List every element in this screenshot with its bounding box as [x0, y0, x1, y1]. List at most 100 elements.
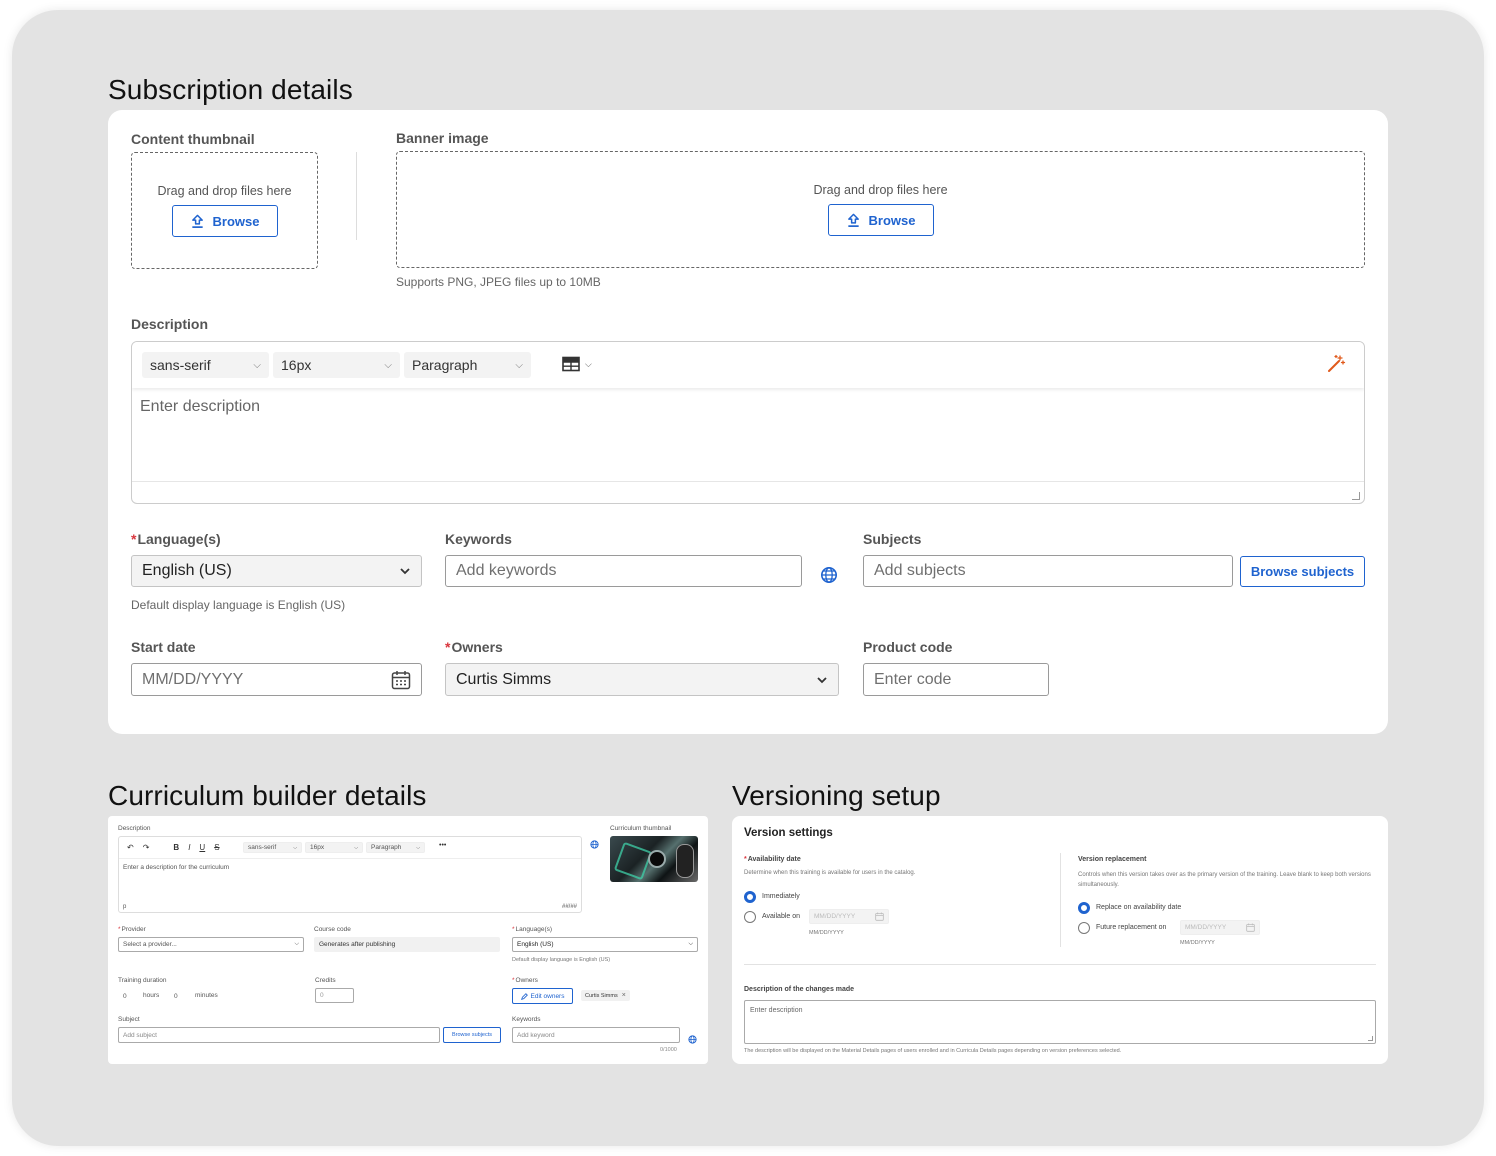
resize-handle-icon[interactable] [1368, 1036, 1373, 1041]
font-size-select[interactable]: 16px ⌵ [273, 352, 400, 378]
minutes-input[interactable]: 0 [169, 989, 187, 1003]
hours-input[interactable]: 0 [118, 989, 136, 1003]
available-on-date-input[interactable]: MM/DD/YYYY [809, 909, 889, 924]
font-family-select[interactable]: sans-serif ⌵ [142, 352, 269, 378]
available-on-date-hint: MM/DD/YYYY [809, 930, 844, 936]
curr-path-indicator: p [123, 904, 127, 910]
chevron-down-icon: ⌵ [294, 941, 299, 947]
keywords-input[interactable]: Add keywords [445, 555, 802, 587]
chevron-down-icon: ⌵ [585, 358, 592, 369]
language-label-text: Language(s) [137, 531, 221, 547]
bold-icon[interactable]: B [173, 843, 179, 852]
banner-label: Banner image [396, 130, 489, 146]
chevron-down-icon: ⌵ [688, 941, 693, 947]
provider-select[interactable]: Select a provider... ⌵ [118, 937, 304, 952]
provider-label-text: Provider [121, 926, 146, 933]
language-value: English (US) [142, 562, 232, 579]
future-replacement-date-input[interactable]: MM/DD/YYYY [1180, 920, 1260, 935]
thumbnail-browse-button[interactable]: Browse [171, 205, 278, 237]
owners-select[interactable]: Curtis Simms [445, 663, 839, 696]
curr-browse-subjects-button[interactable]: Browse subjects [443, 1027, 501, 1043]
resize-handle-icon[interactable] [1352, 492, 1360, 500]
product-code-input[interactable]: Enter code [863, 663, 1049, 696]
curr-language-hint: Default display language is English (US) [512, 957, 611, 963]
table-insert-button[interactable]: ⌵ [562, 356, 592, 372]
changes-placeholder: Enter description [750, 1007, 803, 1014]
start-date-input[interactable]: MM/DD/YYYY [131, 663, 422, 696]
radio-replace-on-availability[interactable] [1078, 902, 1090, 914]
chevron-down-icon [400, 568, 410, 575]
globe-icon[interactable] [590, 836, 599, 854]
close-icon[interactable]: × [622, 992, 626, 999]
curr-subject-input[interactable]: Add subject [118, 1027, 440, 1043]
undo-icon[interactable]: ↶ [127, 843, 134, 852]
curr-keywords-input[interactable]: Add keyword [512, 1027, 680, 1043]
underline-icon[interactable]: U [199, 843, 205, 852]
curr-block-type-value: Paragraph [371, 844, 402, 851]
curr-language-label: *Language(s) [512, 926, 552, 933]
description-placeholder[interactable]: Enter description [140, 398, 260, 416]
versioning-card: Version settings *Availability date Dete… [732, 816, 1388, 1064]
availability-label-text: Availability date [747, 856, 801, 863]
curr-block-type-select[interactable]: Paragraph ⌵ [366, 842, 425, 853]
curr-font-size-value: 16px [310, 844, 325, 851]
redo-icon[interactable]: ↷ [143, 843, 150, 852]
curr-description-placeholder[interactable]: Enter a description for the curriculum [123, 864, 229, 871]
chevron-down-icon: ⌵ [515, 359, 523, 371]
ai-magic-wand-icon[interactable] [1326, 354, 1346, 379]
curr-language-select[interactable]: English (US) ⌵ [512, 937, 698, 952]
curr-owners-label-text: Owners [515, 977, 538, 984]
subjects-input[interactable]: Add subjects [863, 555, 1233, 587]
provider-value: Select a provider... [123, 941, 177, 948]
start-date-label: Start date [131, 639, 196, 655]
availability-hint: Determine when this training is availabl… [744, 870, 916, 876]
italic-icon[interactable]: I [188, 843, 190, 852]
banner-dropzone[interactable]: Drag and drop files here Browse [396, 151, 1365, 268]
chevron-down-icon: ⌵ [384, 359, 392, 371]
more-options-icon[interactable]: ••• [439, 842, 446, 849]
section-title-versioning: Versioning setup [732, 780, 941, 811]
chevron-down-icon: ⌵ [354, 844, 358, 851]
changes-textarea[interactable]: Enter description [744, 1000, 1376, 1044]
strikethrough-icon[interactable]: S [214, 843, 219, 852]
language-label: *Language(s) [131, 531, 221, 547]
calendar-icon[interactable] [391, 670, 411, 690]
chevron-down-icon: ⌵ [293, 844, 297, 851]
keywords-placeholder: Add keywords [456, 562, 557, 579]
edit-owners-label: Edit owners [530, 992, 565, 1000]
curr-font-family-select[interactable]: sans-serif ⌵ [243, 842, 302, 853]
radio-future-replacement[interactable] [1078, 922, 1090, 934]
curr-thumbnail-label: Curriculum thumbnail [610, 825, 672, 832]
calendar-icon [1246, 923, 1255, 932]
credits-input[interactable]: 0 [315, 988, 354, 1003]
upload-icon [191, 214, 203, 228]
thumbnail-decoration [676, 844, 694, 878]
language-select[interactable]: English (US) [131, 555, 422, 587]
course-code-field: Generates after publishing [314, 937, 500, 952]
edit-owners-button[interactable]: Edit owners [512, 988, 573, 1004]
radio-available-on[interactable] [744, 911, 756, 923]
upload-icon [847, 213, 859, 227]
browse-subjects-button[interactable]: Browse subjects [1240, 556, 1365, 587]
font-size-value: 16px [281, 357, 312, 373]
globe-icon[interactable] [820, 566, 838, 589]
block-type-select[interactable]: Paragraph ⌵ [404, 352, 531, 378]
banner-hint: Supports PNG, JPEG files up to 10MB [396, 275, 601, 289]
hours-unit: hours [143, 992, 160, 999]
thumbnail-browse-label: Browse [212, 213, 260, 229]
banner-browse-button[interactable]: Browse [827, 204, 934, 236]
font-family-value: sans-serif [150, 357, 211, 373]
radio-immediately[interactable] [744, 891, 756, 903]
future-replacement-date-placeholder: MM/DD/YYYY [1185, 924, 1227, 931]
thumbnail-dropzone[interactable]: Drag and drop files here Browse [131, 152, 318, 269]
product-code-label: Product code [863, 639, 953, 655]
required-marker: * [445, 639, 451, 655]
owners-label-text: Owners [451, 639, 503, 655]
availability-label: *Availability date [744, 856, 801, 863]
keywords-label: Keywords [445, 531, 512, 547]
subjects-placeholder: Add subjects [874, 562, 966, 579]
curr-font-size-select[interactable]: 16px ⌵ [305, 842, 363, 853]
globe-icon[interactable] [688, 1031, 697, 1049]
curr-subject-placeholder: Add subject [123, 1031, 157, 1039]
curr-language-value: English (US) [517, 941, 554, 948]
